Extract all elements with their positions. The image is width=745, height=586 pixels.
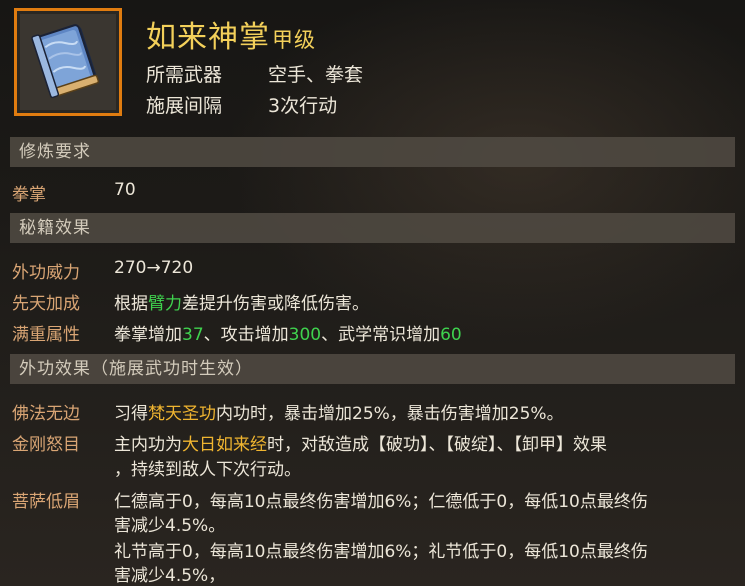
full-part-1: 拳掌增加 — [114, 325, 182, 345]
innate-label: 先天加成 — [12, 294, 80, 314]
ext-effect-label-2: 金刚怒目 — [12, 435, 80, 455]
ext-effect-label-1: 佛法无边 — [12, 404, 80, 424]
weapon-label: 所需武器 — [146, 64, 223, 86]
power-label: 外功威力 — [12, 263, 80, 283]
skill-name: 如来神掌 — [146, 20, 270, 55]
ext-effect-3-line1: 仁德高于0，每高10点最终伤害增加6%；仁德低于0，每低10点最终伤 — [114, 492, 648, 512]
innate-text: 根据臂力差提升伤害或降低伤害。 — [114, 289, 369, 314]
full-label: 满重属性 — [12, 325, 80, 345]
full-part-3: 、武学常识增加 — [321, 325, 441, 345]
full-value-3: 60 — [440, 325, 462, 345]
requirement-value: 70 — [114, 180, 136, 200]
ext-effect-3-line3: 礼节高于0，每高10点最终伤害增加6%；礼节低于0，每低10点最终伤 — [114, 542, 648, 562]
ext-effect-2-highlight: 大日如来经 — [182, 435, 267, 455]
ext-effect-3-line2: 害减少4.5%。 — [114, 516, 226, 536]
section-requirements: 修炼要求 — [10, 137, 735, 167]
interval-row: 施展间隔 3次行动 — [146, 91, 337, 118]
weapon-row: 所需武器 空手、拳套 — [146, 60, 363, 87]
skill-title: 如来神掌甲级 — [146, 12, 316, 56]
innate-pre: 根据 — [114, 294, 148, 314]
blue-scroll-book-icon — [31, 24, 100, 99]
ext-effect-1-pre: 习得 — [114, 404, 148, 424]
full-text: 拳掌增加37、攻击增加300、武学常识增加60 — [114, 320, 462, 345]
ext-effect-1-post: 内功时，暴击增加25%，暴击伤害增加25%。 — [216, 404, 564, 424]
ext-effect-text-2: 主内功为大日如来经时，对敌造成【破功】、【破绽】、【卸甲】效果 — [114, 430, 607, 455]
ext-effect-3-line4: 害减少4.5%， — [114, 566, 226, 586]
innate-highlight: 臂力 — [148, 294, 182, 314]
ext-effect-text-1: 习得梵天圣功内功时，暴击增加25%，暴击伤害增加25%。 — [114, 399, 564, 424]
weapon-value: 空手、拳套 — [268, 64, 364, 86]
interval-value: 3次行动 — [268, 95, 338, 117]
ext-effect-label-3: 菩萨低眉 — [12, 492, 80, 512]
section-effects: 秘籍效果 — [10, 213, 735, 243]
ext-effect-2-pre: 主内功为 — [114, 435, 182, 455]
interval-label: 施展间隔 — [146, 95, 223, 117]
skill-icon-frame — [14, 8, 122, 116]
innate-post: 差提升伤害或降低伤害。 — [182, 294, 369, 314]
ext-effect-2-line2: ，持续到敌人下次行动。 — [114, 460, 301, 480]
full-value-2: 300 — [288, 325, 322, 345]
requirement-label: 拳掌 — [12, 185, 46, 205]
power-value: 270→720 — [114, 258, 194, 278]
full-value-1: 37 — [182, 325, 204, 345]
full-part-2: 、攻击增加 — [203, 325, 289, 345]
section-ext-effects: 外功效果（施展武功时生效） — [10, 354, 735, 384]
ext-effect-1-highlight: 梵天圣功 — [148, 404, 216, 424]
skill-grade: 甲级 — [272, 28, 316, 52]
ext-effect-2-post: 时，对敌造成【破功】、【破绽】、【卸甲】效果 — [267, 435, 607, 455]
